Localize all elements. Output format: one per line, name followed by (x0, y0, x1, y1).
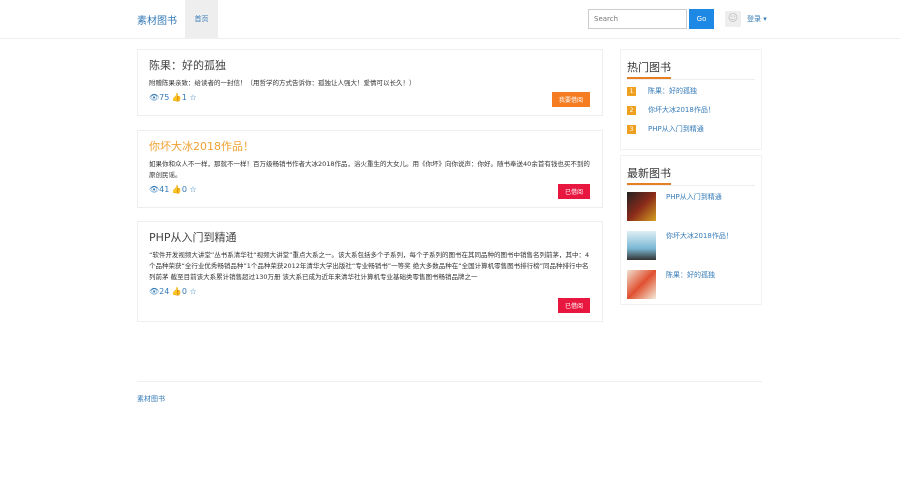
navbar: 素材图书 首页 Go ☺ 登录 ▾ (0, 0, 900, 39)
borrowed-button[interactable]: 已借阅 (557, 184, 590, 199)
book-card: 你坏大冰2018作品！ 如果你和众人不一样，那就不一样！百万级畅销书作者大冰20… (137, 130, 603, 208)
hot-item[interactable]: 1 陈果：好的孤独 (627, 86, 755, 96)
hot-item-label[interactable]: PHP从入门到精通 (648, 124, 704, 134)
book-title[interactable]: 陈果：好的孤独 (149, 57, 591, 73)
book-desc: “软件开发视频大讲堂”丛书系清华社“视频大讲堂”重点大系之一。该大系包括多个子系… (149, 251, 590, 281)
book-title[interactable]: PHP从入门到精通 (149, 229, 591, 245)
footer-divider (137, 381, 762, 382)
latest-item[interactable]: PHP从入门到精通 (627, 192, 755, 221)
latest-item-label[interactable]: PHP从入门到精通 (666, 192, 722, 221)
search-button[interactable]: Go (689, 9, 714, 29)
brand-link[interactable]: 素材图书 (137, 12, 177, 27)
thumbs-up-icon[interactable]: 👍 (172, 287, 182, 296)
book-desc: 如果你和众人不一样，那就不一样！百万级畅销书作者大冰2018作品，浴火重生的大女… (149, 160, 590, 179)
borrowed-button[interactable]: 已借阅 (557, 298, 590, 313)
book-cover-image[interactable] (627, 192, 656, 221)
panel-title: 最新图书 (627, 165, 671, 185)
footer-link[interactable]: 素材图书 (137, 394, 165, 404)
hot-item-label[interactable]: 陈果：好的孤独 (648, 86, 697, 96)
book-cover-image[interactable] (627, 270, 656, 299)
book-card: 陈果：好的孤独 附赠陈果亲致：给读者的一封信！（用哲学的方式告诉你：孤独让人强大… (137, 49, 603, 116)
book-cover-image[interactable] (627, 231, 656, 260)
rank-badge: 2 (627, 105, 636, 115)
star-icon[interactable]: ☆ (190, 185, 197, 194)
star-icon[interactable]: ☆ (190, 93, 197, 102)
view-count: 24 (159, 287, 170, 296)
book-stats: 👁41 👍0 ☆ (149, 185, 591, 194)
thumbs-up-icon[interactable]: 👍 (172, 185, 182, 194)
search-input[interactable] (588, 9, 687, 29)
latest-item[interactable]: 陈果：好的孤独 (627, 270, 755, 299)
book-stats: 👁75 👍1 ☆ (149, 93, 591, 102)
nav-home[interactable]: 首页 (185, 0, 218, 39)
eye-icon: 👁 (149, 93, 160, 102)
hot-item[interactable]: 2 你坏大冰2018作品！ (627, 105, 755, 115)
hot-item-label[interactable]: 你坏大冰2018作品！ (648, 105, 715, 115)
hot-item[interactable]: 3 PHP从入门到精通 (627, 124, 755, 134)
like-count: 1 (181, 93, 187, 102)
latest-item-label[interactable]: 陈果：好的孤独 (666, 270, 715, 299)
latest-item-label[interactable]: 你坏大冰2018作品！ (666, 231, 733, 260)
book-desc: 附赠陈果亲致：给读者的一封信！（用哲学的方式告诉你：孤独让人强大！爱情可以长久！… (149, 79, 416, 87)
book-card: PHP从入门到精通 “软件开发视频大讲堂”丛书系清华社“视频大讲堂”重点大系之一… (137, 221, 603, 322)
latest-item[interactable]: 你坏大冰2018作品！ (627, 231, 755, 260)
rank-badge: 1 (627, 86, 636, 96)
view-count: 41 (159, 185, 170, 194)
panel-title: 热门图书 (627, 59, 671, 79)
book-stats: 👁24 👍0 ☆ (149, 287, 591, 296)
borrow-button[interactable]: 我要借阅 (551, 92, 590, 107)
like-count: 0 (181, 287, 187, 296)
login-dropdown[interactable]: 登录 ▾ (747, 14, 767, 24)
eye-icon: 👁 (149, 185, 160, 194)
latest-books-panel: 最新图书 PHP从入门到精通 你坏大冰2018作品！ 陈果：好的孤独 (620, 155, 762, 305)
like-count: 0 (181, 185, 187, 194)
rank-badge: 3 (627, 124, 636, 134)
book-title[interactable]: 你坏大冰2018作品！ (149, 138, 591, 154)
thumbs-up-icon[interactable]: 👍 (172, 93, 182, 102)
star-icon[interactable]: ☆ (190, 287, 197, 296)
eye-icon: 👁 (149, 287, 160, 296)
hot-books-panel: 热门图书 1 陈果：好的孤独 2 你坏大冰2018作品！ 3 PHP从入门到精通 (620, 49, 762, 150)
view-count: 75 (159, 93, 170, 102)
user-avatar-icon[interactable]: ☺ (725, 11, 741, 27)
